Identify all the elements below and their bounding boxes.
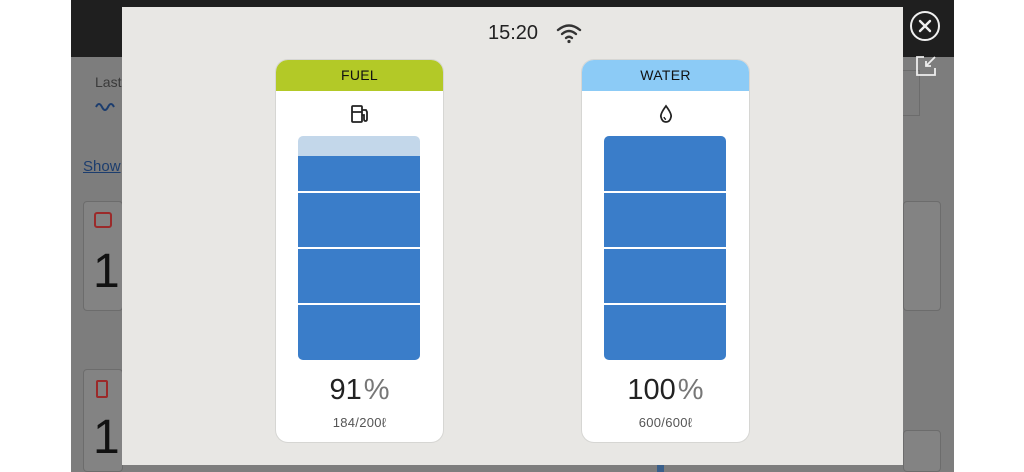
- gauge-divider: [298, 247, 420, 249]
- fuel-tank-card[interactable]: FUEL 91% 184/200ℓ: [276, 60, 443, 442]
- percent-sign: %: [677, 374, 704, 406]
- gauge-divider: [604, 191, 726, 193]
- percent-sign: %: [363, 374, 390, 406]
- water-volume: 600/600ℓ: [638, 415, 693, 430]
- gauge-divider: [604, 303, 726, 305]
- background-card-value: 1: [93, 245, 120, 298]
- water-drop-icon: [655, 103, 677, 125]
- wifi-icon: [556, 22, 582, 44]
- wave-icon: [95, 100, 117, 116]
- water-tank-card[interactable]: WATER 100% 600/600ℓ: [582, 60, 749, 442]
- background-last-label: Last: [95, 74, 122, 90]
- tank-levels-modal: 15:20 FUEL 91% 184/200ℓ WATER 100% 600/6…: [122, 7, 903, 465]
- battery-icon: [96, 380, 108, 398]
- popout-icon[interactable]: [914, 54, 938, 78]
- background-card: [903, 201, 941, 311]
- background-marker: [657, 465, 664, 472]
- fuel-pump-icon: [349, 103, 371, 125]
- tank-name: WATER: [582, 60, 749, 91]
- fuel-level-fill: [298, 156, 420, 360]
- background-card-value: 1: [93, 411, 120, 464]
- tank-name: FUEL: [276, 60, 443, 91]
- water-level-gauge: [604, 136, 726, 360]
- background-card: [903, 430, 941, 472]
- close-icon[interactable]: [910, 11, 940, 41]
- card-icon: [94, 212, 112, 228]
- gauge-divider: [298, 191, 420, 193]
- clock: 15:20: [488, 22, 539, 44]
- water-percent: 100%: [582, 374, 749, 407]
- background-show-link: Show: [83, 158, 121, 175]
- fuel-volume: 184/200ℓ: [332, 415, 387, 430]
- fuel-level-gauge: [298, 136, 420, 360]
- gauge-divider: [298, 303, 420, 305]
- fuel-percent: 91%: [276, 374, 443, 407]
- fuel-percent-value: 91: [329, 374, 362, 406]
- water-percent-value: 100: [627, 374, 676, 406]
- gauge-divider: [604, 247, 726, 249]
